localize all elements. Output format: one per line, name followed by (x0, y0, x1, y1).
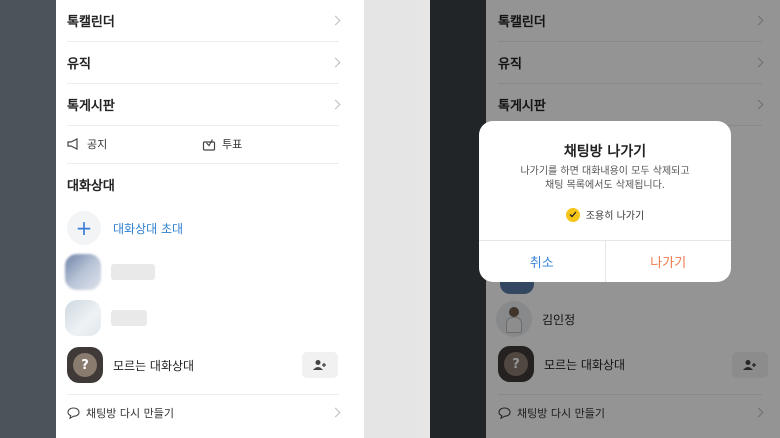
vote-button[interactable]: 투표 (202, 133, 242, 155)
question-icon: ? (73, 353, 97, 377)
add-person-icon (313, 360, 326, 370)
left-drawer: 톡캘린더 유직 톡게시판 공지 투표 대화상대 + 대화상대 초대 ? 모르는 … (56, 0, 364, 438)
section-title-text: 대화상대 (67, 178, 115, 194)
recreate-chat-button[interactable]: 채팅방 다시 만들기 (67, 402, 341, 424)
recreate-label: 채팅방 다시 만들기 (86, 407, 174, 420)
menu-item-board[interactable]: 톡게시판 (67, 84, 341, 126)
menu-label: 톡게시판 (67, 99, 115, 114)
notice-label: 공지 (87, 138, 108, 151)
blurred-name (111, 264, 155, 280)
avatar (65, 254, 101, 290)
dialog-button-bar: 취소 나가기 (479, 240, 731, 282)
menu-label: 유직 (67, 57, 91, 72)
check-icon (565, 207, 580, 222)
checkbox-label: 조용히 나가기 (585, 211, 645, 222)
member-row[interactable] (65, 254, 155, 290)
leave-chat-dialog: 채팅방 나가기 나가기를 하면 대화내용이 모두 삭제되고 채팅 목록에서도 삭… (479, 121, 731, 282)
menu-label: 톡캘린더 (67, 15, 115, 30)
screenshot-stage: 톡캘린더 유직 톡게시판 공지 투표 대화상대 + 대화상대 초대 ? 모르는 … (0, 0, 780, 438)
chevron-right-icon (330, 407, 341, 418)
members-section-title: 대화상대 (67, 174, 115, 194)
divider (67, 163, 339, 164)
dialog-message-line: 나가기를 하면 대화내용이 모두 삭제되고 (520, 166, 690, 177)
dialog-title: 채팅방 나가기 (563, 144, 647, 160)
chevron-right-icon (330, 99, 341, 109)
dialog-message-line: 채팅 목록에서도 삭제됩니다. (545, 180, 665, 191)
chat-bubble-icon (67, 407, 80, 419)
dialog-message: 나가기를 하면 대화내용이 모두 삭제되고 채팅 목록에서도 삭제됩니다. (479, 165, 731, 193)
unknown-avatar: ? (67, 347, 103, 383)
screen-gap (364, 0, 416, 438)
add-friend-button[interactable] (302, 352, 338, 378)
divider (67, 394, 339, 395)
megaphone-icon (67, 138, 78, 150)
notice-button[interactable]: 공지 (67, 133, 107, 155)
invite-label: 대화상대 초대 (113, 221, 184, 236)
invite-member-button[interactable]: + 대화상대 초대 (67, 210, 183, 246)
vote-label: 투표 (222, 138, 243, 151)
member-name: 모르는 대화상대 (113, 358, 195, 373)
silent-leave-checkbox[interactable]: 조용히 나가기 (479, 207, 731, 222)
plus-icon: + (67, 211, 101, 245)
ballot-box-icon (202, 139, 216, 151)
menu-item-music[interactable]: 유직 (67, 42, 341, 84)
leave-button[interactable]: 나가기 (606, 241, 732, 282)
avatar (65, 300, 101, 336)
chevron-right-icon (330, 57, 341, 67)
left-background-panel (0, 0, 56, 438)
blurred-name (111, 310, 147, 326)
member-row[interactable] (65, 300, 147, 336)
unknown-member-row[interactable]: ? 모르는 대화상대 (67, 347, 194, 383)
chevron-right-icon (330, 15, 341, 25)
cancel-button[interactable]: 취소 (479, 241, 606, 282)
menu-item-calendar[interactable]: 톡캘린더 (67, 0, 341, 42)
